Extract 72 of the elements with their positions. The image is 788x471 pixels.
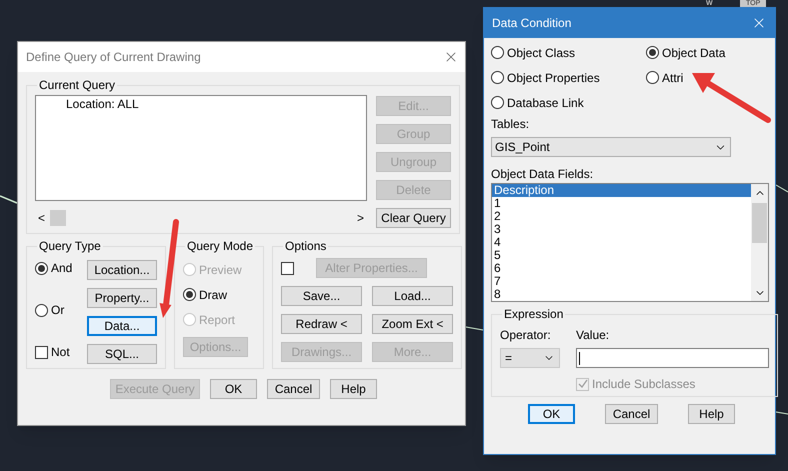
option-label: Draw — [199, 286, 228, 304]
dialog-button[interactable]: Location... — [87, 260, 157, 280]
list-item[interactable]: 3 — [492, 223, 751, 236]
radio-button[interactable] — [35, 262, 48, 274]
dialog-button[interactable]: Redraw < — [281, 314, 362, 334]
dialog-button[interactable]: Property... — [87, 288, 157, 308]
checkbox[interactable] — [35, 346, 48, 358]
option-label: Or — [51, 302, 64, 319]
list-item[interactable]: Description — [492, 184, 751, 197]
cad-line — [776, 184, 788, 192]
option-label: Database Link — [507, 94, 584, 112]
option-label: Object Class — [507, 44, 576, 62]
scroll-right-arrow[interactable]: > — [356, 212, 364, 224]
list-item[interactable]: 2 — [492, 210, 751, 223]
option-label: Include Subclasses — [592, 376, 696, 393]
window-title: Define Query of Current Drawing — [26, 49, 201, 66]
cad-line — [776, 412, 788, 414]
group-label: Query Type — [38, 238, 102, 255]
radio-button[interactable] — [646, 46, 659, 59]
option-label: Report — [199, 312, 236, 328]
group-label: Options — [284, 238, 328, 255]
query-list[interactable]: Location: ALL — [35, 95, 367, 201]
table-dropdown[interactable]: GIS_Point — [491, 137, 731, 157]
dialog-button[interactable]: Data... — [87, 316, 157, 336]
dialog-button[interactable]: OK — [210, 379, 257, 399]
radio-button[interactable] — [35, 304, 48, 316]
dialog-button[interactable]: Help — [330, 379, 377, 399]
operator-dropdown[interactable]: = — [500, 348, 560, 368]
radio-button[interactable] — [646, 71, 659, 84]
list-item[interactable]: 5 — [492, 249, 751, 262]
window-title: Data Condition — [492, 15, 572, 32]
field-label: Value: — [576, 328, 610, 343]
radio-button[interactable] — [491, 96, 504, 109]
list-item[interactable]: 8 — [492, 288, 751, 301]
dialog-button[interactable]: Zoom Ext < — [372, 314, 454, 334]
group-label: Current Query — [38, 77, 116, 94]
option-label: Object Properties — [507, 70, 600, 86]
radio-button[interactable] — [183, 288, 196, 301]
cad-line — [0, 195, 18, 204]
list-item[interactable]: 1 — [492, 197, 751, 210]
dialog-button[interactable]: SQL... — [87, 344, 157, 364]
dialog-button[interactable]: Cancel — [605, 404, 658, 424]
field-label: Operator: — [500, 328, 552, 343]
option-label: Attri — [662, 70, 684, 86]
list-item[interactable]: 4 — [492, 236, 751, 249]
checkbox[interactable] — [281, 262, 294, 274]
dialog-button[interactable]: Help — [688, 404, 735, 424]
field-label: Object Data Fields: — [491, 167, 594, 182]
group-label: Query Mode — [186, 238, 254, 255]
option-label: Not — [51, 344, 70, 361]
fields-list[interactable]: Description 1 2 3 4 5 6 7 8 — [491, 183, 769, 302]
dialog-button[interactable]: OK — [528, 404, 575, 424]
checkbox[interactable] — [576, 378, 589, 390]
radio-button[interactable] — [491, 71, 504, 84]
option-label: Object Data — [662, 44, 726, 62]
value-field[interactable] — [576, 348, 769, 368]
option-label: And — [51, 260, 72, 277]
field-label: Tables: — [491, 117, 530, 132]
radio-button[interactable] — [491, 46, 504, 59]
list-item[interactable]: 6 — [492, 262, 751, 275]
scroll-left-arrow[interactable]: < — [38, 212, 46, 224]
dialog-button[interactable]: Load... — [372, 286, 454, 306]
list-item[interactable]: 7 — [492, 275, 751, 288]
scrollbar-thumb[interactable] — [50, 210, 66, 226]
option-label: Preview — [199, 262, 242, 278]
list-item[interactable]: Location: ALL — [66, 97, 366, 112]
dialog-button[interactable]: Clear Query — [376, 208, 451, 228]
scrollbar[interactable] — [751, 184, 768, 301]
dialog-button[interactable]: Cancel — [267, 379, 320, 399]
group-label: Expression — [503, 306, 564, 323]
dialog-button[interactable]: Save... — [281, 286, 362, 306]
cad-line — [466, 326, 484, 330]
